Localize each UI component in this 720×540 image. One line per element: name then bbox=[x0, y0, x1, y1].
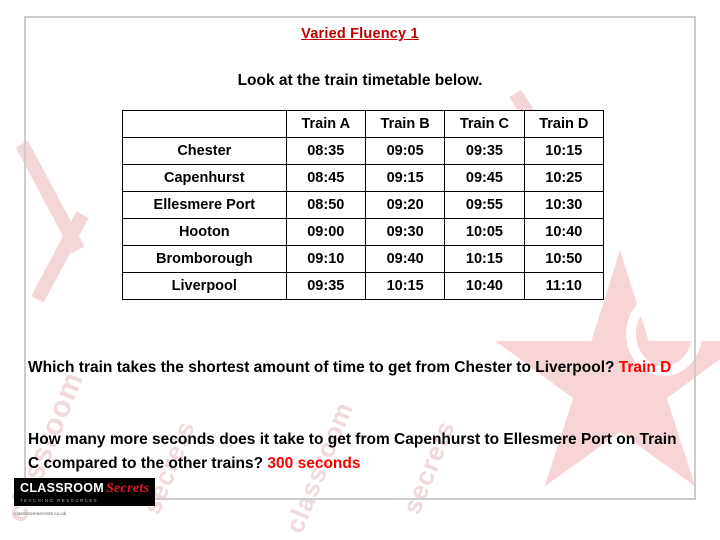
page-title: Varied Fluency 1 bbox=[301, 26, 419, 42]
time-cell: 09:45 bbox=[444, 164, 525, 192]
train-timetable: Train A Train B Train C Train D Chester … bbox=[122, 110, 605, 300]
table-row: Bromborough 09:10 09:40 10:15 10:50 bbox=[122, 245, 605, 273]
table-header-row: Train A Train B Train C Train D bbox=[122, 110, 605, 138]
time-cell: 08:35 bbox=[285, 137, 366, 165]
table-row: Hooton 09:00 09:30 10:05 10:40 bbox=[122, 218, 605, 246]
time-cell: 10:15 bbox=[364, 272, 446, 300]
column-header: Train B bbox=[364, 110, 446, 138]
table-row: Capenhurst 08:45 09:15 09:45 10:25 bbox=[122, 164, 605, 192]
logo-caption: classroomsecrets.co.uk bbox=[14, 511, 67, 516]
table-row: Ellesmere Port 08:50 09:20 09:55 10:30 bbox=[122, 191, 605, 219]
time-cell: 08:45 bbox=[285, 164, 366, 192]
logo-word-secrets: Secrets bbox=[105, 481, 150, 496]
time-cell: 10:30 bbox=[523, 191, 605, 219]
station-name: Chester bbox=[122, 137, 287, 165]
time-cell: 09:20 bbox=[364, 191, 446, 219]
time-cell: 10:40 bbox=[523, 218, 605, 246]
logo-badge: CLASSROOM Secrets TEACHING RESOURCES bbox=[14, 478, 156, 506]
table-corner-cell bbox=[122, 110, 287, 138]
logo-word-classroom: CLASSROOM bbox=[20, 481, 104, 495]
column-header: Train C bbox=[444, 110, 525, 138]
station-name: Bromborough bbox=[122, 245, 287, 273]
time-cell: 10:15 bbox=[523, 137, 605, 165]
station-name: Ellesmere Port bbox=[122, 191, 287, 219]
time-cell: 10:40 bbox=[444, 272, 525, 300]
question-one-answer: Train D bbox=[618, 359, 672, 376]
time-cell: 09:40 bbox=[364, 245, 446, 273]
station-name: Liverpool bbox=[122, 272, 287, 300]
station-name: Hooton bbox=[122, 218, 287, 246]
station-name: Capenhurst bbox=[122, 164, 287, 192]
time-cell: 09:30 bbox=[364, 218, 446, 246]
time-cell: 09:35 bbox=[285, 272, 366, 300]
logo-tagline: TEACHING RESOURCES bbox=[20, 498, 99, 503]
column-header: Train A bbox=[285, 110, 366, 138]
time-cell: 09:00 bbox=[285, 218, 366, 246]
time-cell: 09:35 bbox=[444, 137, 525, 165]
table-row: Chester 08:35 09:05 09:35 10:15 bbox=[122, 137, 605, 165]
time-cell: 09:55 bbox=[444, 191, 525, 219]
table-row: Liverpool 09:35 10:15 10:40 11:10 bbox=[122, 272, 605, 300]
time-cell: 09:05 bbox=[364, 137, 446, 165]
instruction-text: Look at the train timetable below. bbox=[237, 72, 483, 89]
question-two: How many more seconds does it take to ge… bbox=[28, 428, 692, 476]
time-cell: 08:50 bbox=[285, 191, 366, 219]
time-cell: 11:10 bbox=[523, 272, 605, 300]
question-two-answer: 300 seconds bbox=[267, 455, 361, 473]
time-cell: 10:25 bbox=[523, 164, 605, 192]
time-cell: 09:10 bbox=[285, 245, 366, 273]
classroom-secrets-logo: CLASSROOM Secrets TEACHING RESOURCES clas… bbox=[14, 478, 156, 516]
question-one: Which train takes the shortest amount of… bbox=[28, 356, 692, 380]
slide-content: Varied Fluency 1 Look at the train timet… bbox=[0, 0, 720, 540]
time-cell: 10:05 bbox=[444, 218, 525, 246]
time-cell: 10:15 bbox=[444, 245, 525, 273]
time-cell: 09:15 bbox=[364, 164, 446, 192]
question-one-text: Which train takes the shortest amount of… bbox=[28, 359, 619, 376]
time-cell: 10:50 bbox=[523, 245, 605, 273]
column-header: Train D bbox=[523, 110, 605, 138]
